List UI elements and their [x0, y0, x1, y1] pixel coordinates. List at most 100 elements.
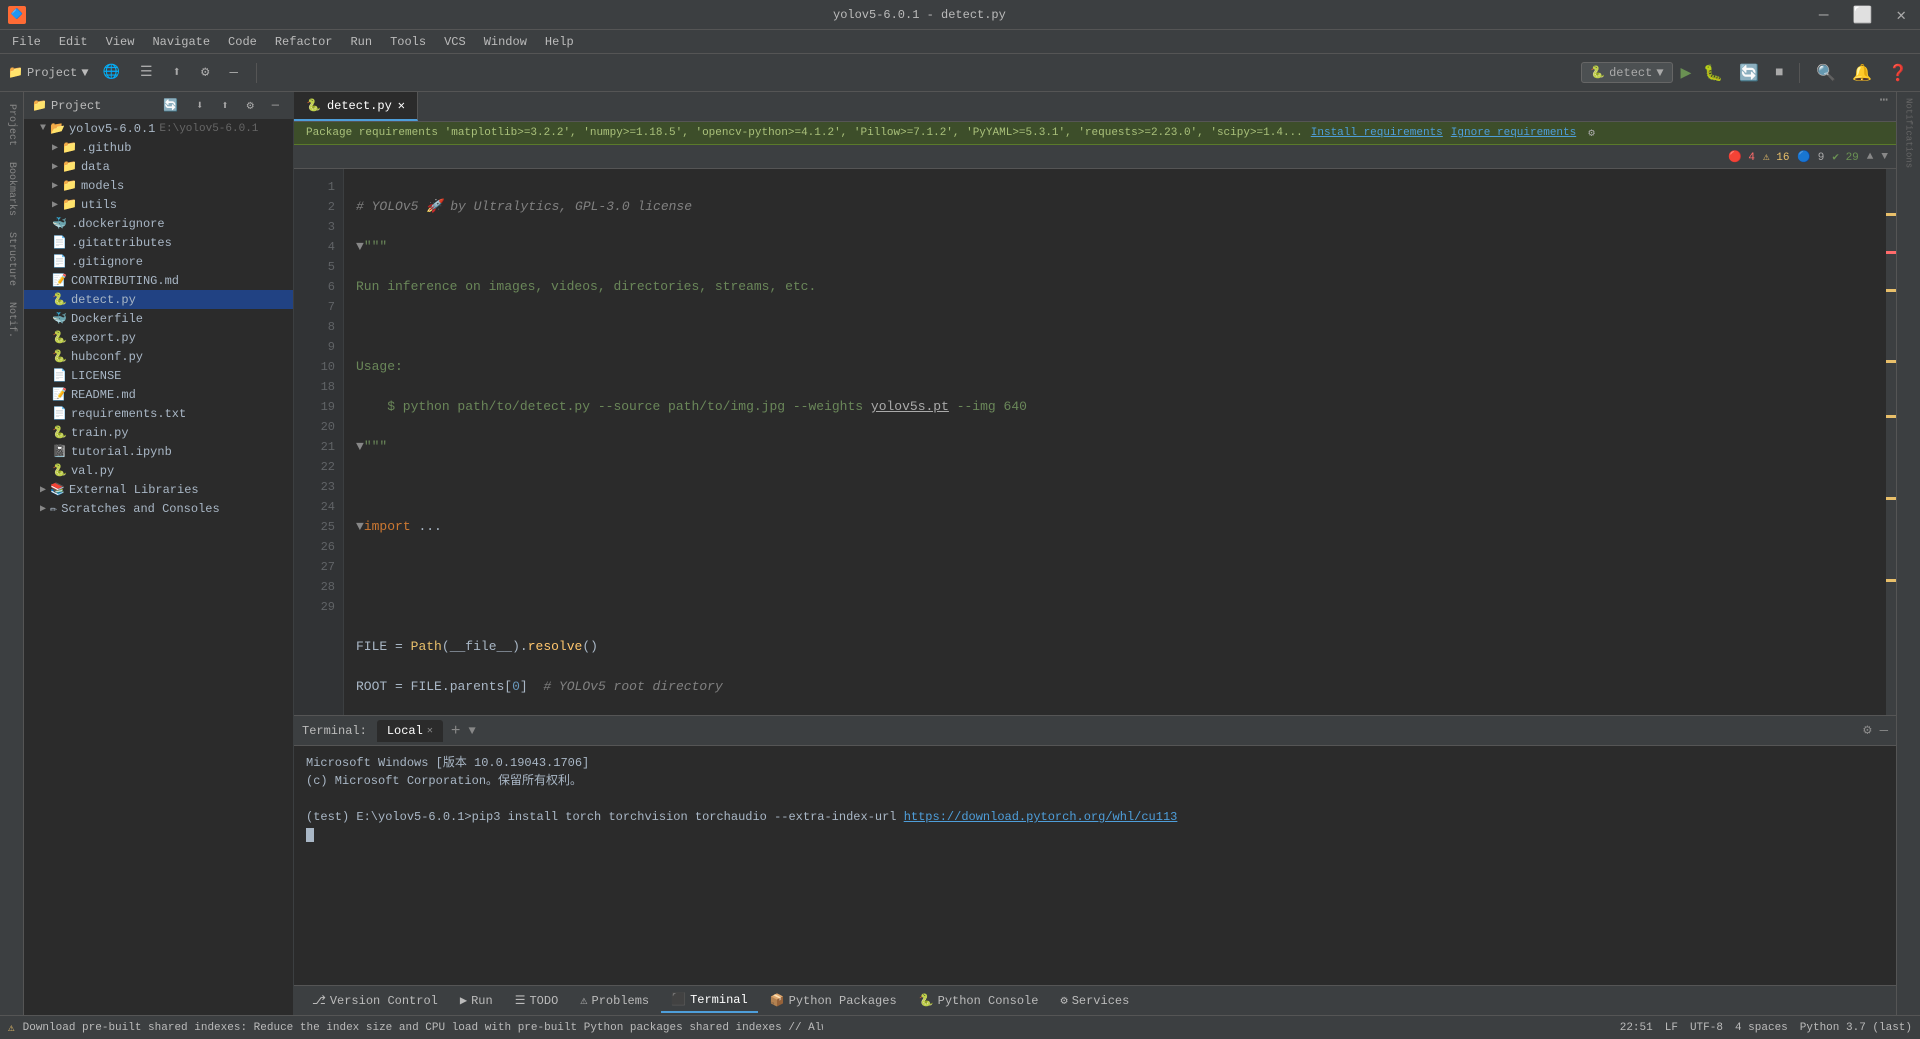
services-icon: ⚙ [1060, 993, 1067, 1008]
project-selector[interactable]: 📁 Project ▼ [8, 65, 89, 80]
tab-run[interactable]: ▶ Run [450, 989, 503, 1012]
titlebar: 🔷 yolov5-6.0.1 - detect.py — ⬜ ✕ [0, 0, 1920, 30]
run-icon: ▶ [460, 993, 467, 1008]
tree-root[interactable]: ▼ 📂 yolov5-6.0.1 E:\yolov5-6.0.1 [24, 119, 293, 138]
project-expand-icon[interactable]: ⬆ [215, 96, 234, 115]
maximize-button[interactable]: ⬜ [1846, 3, 1878, 27]
run-button[interactable]: ▶ [1681, 62, 1692, 84]
statusbar: ⚠ Download pre-built shared indexes: Red… [0, 1015, 1920, 1039]
tab-version-control[interactable]: ⎇ Version Control [302, 989, 448, 1012]
menu-edit[interactable]: Edit [51, 33, 96, 51]
terminal-content[interactable]: Microsoft Windows [版本 10.0.19043.1706] (… [294, 746, 1896, 985]
terminal-minimize-icon[interactable]: — [1880, 723, 1888, 739]
run-config-selector[interactable]: 🐍 detect ▼ [1581, 62, 1672, 83]
contributing-icon: 📝 [52, 273, 67, 288]
install-requirements-link[interactable]: Install requirements [1311, 127, 1443, 139]
project-tab-icon[interactable]: Project [4, 96, 19, 154]
ignore-requirements-link[interactable]: Ignore requirements [1451, 127, 1576, 139]
run-config-dropdown: ▼ [1656, 66, 1663, 80]
tree-hubconf-py[interactable]: 🐍 hubconf.py [24, 347, 293, 366]
project-sync-icon[interactable]: 🔄 [157, 96, 184, 115]
project-settings-icon[interactable]: ⚙ [241, 96, 260, 115]
tree-readme[interactable]: 📝 README.md [24, 385, 293, 404]
structure-tab-icon[interactable]: Structure [4, 224, 19, 294]
tree-external-libraries[interactable]: ▶ 📚 External Libraries [24, 480, 293, 499]
navigate-icon[interactable]: 🌐 [97, 62, 126, 83]
menu-vcs[interactable]: VCS [436, 33, 474, 51]
file-tab-more[interactable]: ⋯ [1872, 92, 1896, 121]
tree-train-py[interactable]: 🐍 train.py [24, 423, 293, 442]
tree-gitignore[interactable]: 📄 .gitignore [24, 252, 293, 271]
tree-license[interactable]: 📄 LICENSE [24, 366, 293, 385]
terminal-add-tab[interactable]: + [447, 722, 465, 740]
tab-python-packages[interactable]: 📦 Python Packages [760, 989, 907, 1012]
menu-tools[interactable]: Tools [382, 33, 434, 51]
tree-dockerfile[interactable]: 🐳 Dockerfile [24, 309, 293, 328]
tree-scratches[interactable]: ▶ ✏ Scratches and Consoles [24, 499, 293, 518]
notification-settings-icon[interactable]: ⚙ [1588, 126, 1595, 140]
line-num-6: 6 [294, 277, 335, 297]
scroll-up-icon[interactable]: ▲ [1867, 151, 1874, 163]
line-num-19: 19 [294, 397, 335, 417]
collapse-icon[interactable]: ⬆ [167, 62, 187, 83]
terminal-tab-local[interactable]: Local ✕ [377, 720, 443, 742]
tab-problems[interactable]: ⚠ Problems [570, 989, 659, 1012]
menu-window[interactable]: Window [476, 33, 535, 51]
tree-icon[interactable]: ☰ [134, 62, 159, 83]
menu-code[interactable]: Code [220, 33, 265, 51]
line-num-25: 25 [294, 517, 335, 537]
tab-todo[interactable]: ☰ TODO [505, 989, 569, 1012]
tree-gitattributes[interactable]: 📄 .gitattributes [24, 233, 293, 252]
help-button[interactable]: ❓ [1884, 61, 1912, 85]
notification-button[interactable]: 🔔 [1848, 61, 1876, 85]
status-lf[interactable]: LF [1665, 1022, 1678, 1034]
status-encoding[interactable]: UTF-8 [1690, 1022, 1723, 1034]
stop-button[interactable]: ⏹ [1771, 62, 1787, 84]
tab-python-console[interactable]: 🐍 Python Console [909, 989, 1049, 1012]
search-button[interactable]: 🔍 [1812, 61, 1840, 85]
notifications-sidebar-label[interactable]: Notifications [1902, 92, 1916, 174]
notifications-tab-icon[interactable]: Notif. [4, 294, 19, 346]
debug-button[interactable]: 🐛 [1699, 61, 1727, 85]
terminal-tab-chevron[interactable]: ▼ [468, 724, 475, 738]
tree-github[interactable]: ▶ 📁 .github [24, 138, 293, 157]
tree-detect-py[interactable]: 🐍 detect.py [24, 290, 293, 309]
tree-utils[interactable]: ▶ 📁 utils [24, 195, 293, 214]
tree-contributing[interactable]: 📝 CONTRIBUTING.md [24, 271, 293, 290]
status-indent[interactable]: 4 spaces [1735, 1022, 1788, 1034]
bookmarks-tab-icon[interactable]: Bookmarks [4, 154, 19, 224]
tree-val-py[interactable]: 🐍 val.py [24, 461, 293, 480]
project-close-icon[interactable]: — [266, 96, 285, 115]
menu-help[interactable]: Help [537, 33, 582, 51]
settings-icon[interactable]: ⚙ [195, 62, 215, 83]
status-warning-text[interactable]: Download pre-built shared indexes: Reduc… [23, 1022, 823, 1034]
code-editor[interactable]: # YOLOv5 🚀 by Ultralytics, GPL-3.0 licen… [344, 169, 1886, 715]
tree-tutorial-ipynb[interactable]: 📓 tutorial.ipynb [24, 442, 293, 461]
close-button[interactable]: ✕ [1890, 3, 1912, 27]
file-tab-detect-py[interactable]: 🐍 detect.py ✕ [294, 92, 418, 121]
terminal-tab-close[interactable]: ✕ [427, 725, 433, 737]
menu-view[interactable]: View [98, 33, 143, 51]
pytorch-download-link[interactable]: https://download.pytorch.org/whl/cu113 [904, 810, 1178, 824]
terminal-settings-icon[interactable]: ⚙ [1863, 722, 1871, 739]
file-tab-close-icon[interactable]: ✕ [398, 98, 405, 113]
tab-services[interactable]: ⚙ Services [1050, 989, 1139, 1012]
tab-terminal[interactable]: ⬛ Terminal [661, 988, 758, 1013]
status-python-ver[interactable]: Python 3.7 (last) [1800, 1022, 1912, 1034]
tree-models[interactable]: ▶ 📁 models [24, 176, 293, 195]
menu-run[interactable]: Run [342, 33, 380, 51]
reload-button[interactable]: 🔄 [1735, 61, 1763, 85]
menu-navigate[interactable]: Navigate [144, 33, 218, 51]
tree-requirements[interactable]: 📄 requirements.txt [24, 404, 293, 423]
menu-refactor[interactable]: Refactor [267, 33, 341, 51]
tree-data[interactable]: ▶ 📁 data [24, 157, 293, 176]
status-line-col[interactable]: 22:51 [1620, 1022, 1653, 1034]
tree-dockerignore[interactable]: 🐳 .dockerignore [24, 214, 293, 233]
minimize-button[interactable]: — [1813, 4, 1835, 26]
minus-icon[interactable]: — [223, 63, 243, 83]
project-collapse-icon[interactable]: ⬇ [190, 96, 209, 115]
terminal-label: Terminal: [302, 724, 367, 738]
scroll-down-icon[interactable]: ▼ [1881, 151, 1888, 163]
tree-export-py[interactable]: 🐍 export.py [24, 328, 293, 347]
menu-file[interactable]: File [4, 33, 49, 51]
